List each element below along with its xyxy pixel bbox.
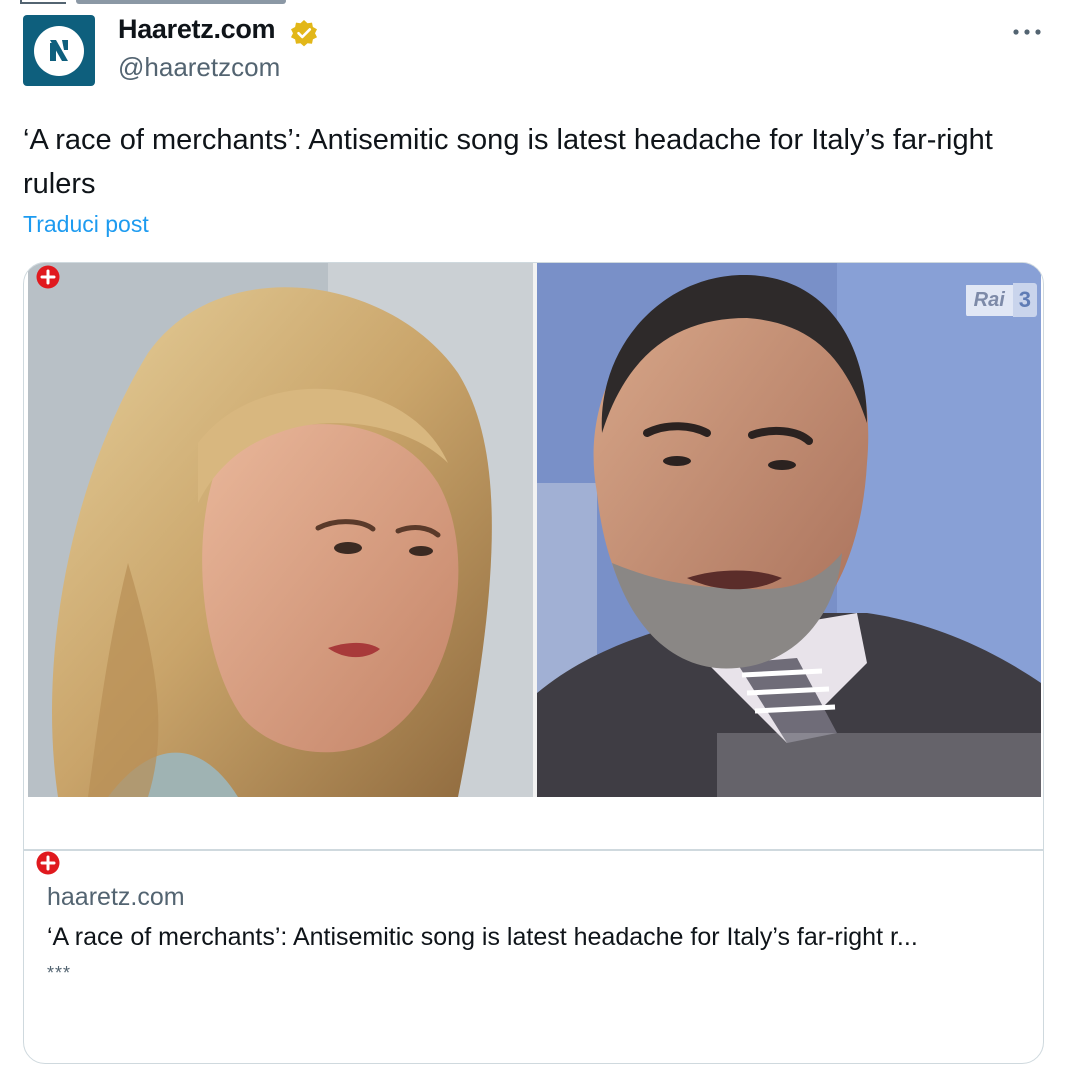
previous-context-strip bbox=[20, 0, 286, 4]
card-domain[interactable]: haaretz.com bbox=[47, 883, 185, 912]
card-image[interactable]: Rai 3 bbox=[24, 263, 1043, 797]
tweet-view: Haaretz.com @haaretzcom ‘A race of merch… bbox=[0, 0, 1066, 1088]
translate-post-link[interactable]: Traduci post bbox=[23, 211, 149, 238]
photo-man: Rai 3 bbox=[537, 263, 1041, 797]
haaretz-logo-icon bbox=[34, 25, 84, 76]
rai3-watermark: Rai 3 bbox=[965, 283, 1037, 317]
plus-badge-icon[interactable] bbox=[36, 265, 60, 289]
post-text: ‘A race of merchants’: Antisemitic song … bbox=[23, 124, 993, 200]
avatar[interactable] bbox=[23, 15, 95, 86]
plus-badge-icon[interactable] bbox=[36, 851, 60, 875]
photo-woman bbox=[28, 263, 533, 797]
author-name[interactable]: Haaretz.com bbox=[118, 14, 276, 45]
context-line bbox=[76, 0, 286, 4]
link-preview-card[interactable]: Rai 3 haaretz.com ‘A race of merchants’: … bbox=[23, 262, 1044, 1064]
author-handle[interactable]: @haaretzcom bbox=[118, 52, 280, 83]
verified-badge-icon[interactable] bbox=[289, 19, 319, 47]
pin-icon bbox=[20, 0, 66, 4]
card-description: *** bbox=[47, 963, 72, 983]
more-options-icon[interactable] bbox=[1010, 20, 1044, 44]
card-divider bbox=[24, 849, 1043, 851]
card-title[interactable]: ‘A race of merchants’: Antisemitic song … bbox=[47, 923, 1027, 952]
